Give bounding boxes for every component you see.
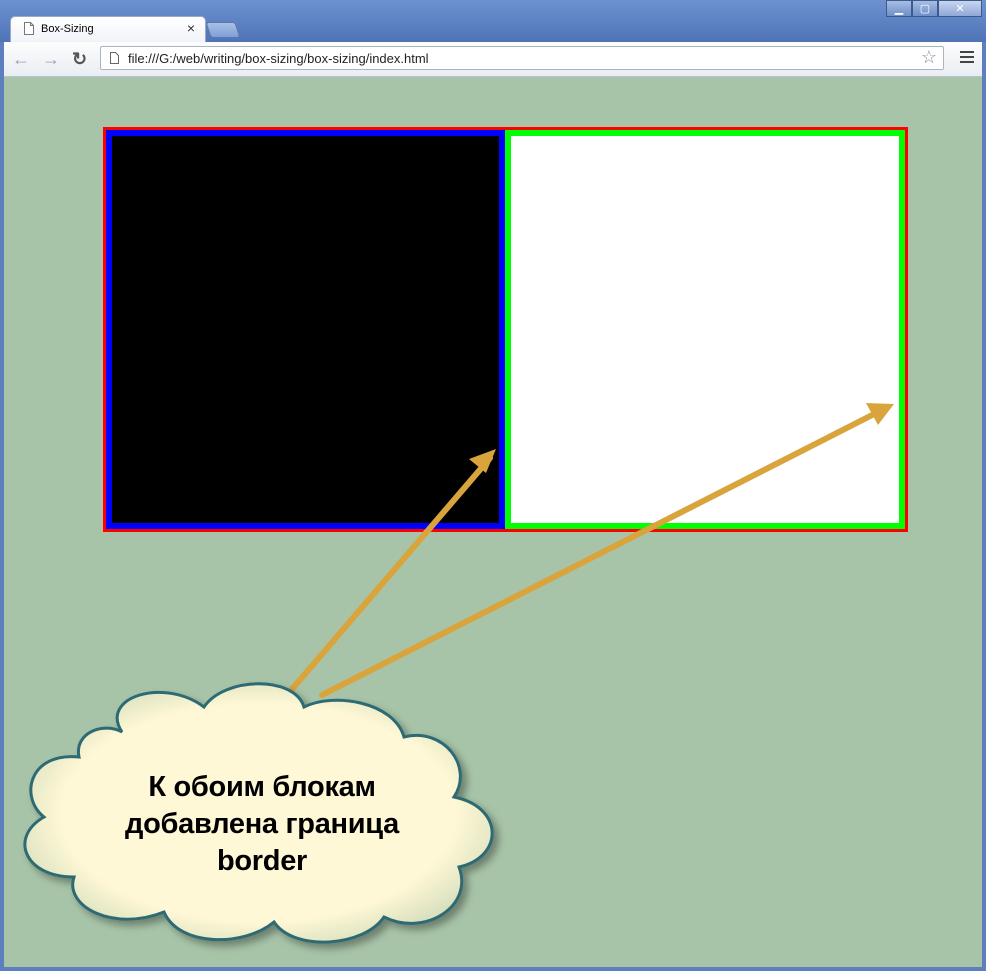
forward-arrow-icon[interactable]: → — [42, 49, 60, 70]
new-tab-button[interactable] — [205, 22, 241, 38]
back-arrow-icon[interactable]: ← — [12, 49, 30, 70]
browser-toolbar: ← → ↻ file:///G:/web/writing/box-sizing/… — [4, 42, 982, 77]
maximize-icon[interactable]: ▢ — [912, 0, 938, 17]
browser-tab[interactable]: Box-Sizing × — [10, 16, 206, 42]
callout-text: К обоим блокам добавлена граница border — [112, 769, 412, 880]
page-viewport: К обоим блокам добавлена граница border — [4, 77, 982, 967]
bookmark-star-icon[interactable]: ☆ — [921, 47, 937, 68]
page-icon — [24, 22, 34, 35]
callout-line-2: добавлена граница — [125, 808, 399, 840]
minimize-icon[interactable]: ▁ — [886, 0, 912, 17]
document-icon — [110, 52, 119, 64]
arrow-to-white-box — [319, 403, 894, 698]
tab-close-icon[interactable]: × — [187, 20, 195, 36]
tab-title: Box-Sizing — [41, 23, 94, 35]
callout-line-1: К обоим блокам — [148, 771, 376, 803]
url-text: file:///G:/web/writing/box-sizing/box-si… — [128, 51, 429, 66]
window-controls: ▁ ▢ ✕ — [886, 0, 982, 18]
address-bar[interactable]: file:///G:/web/writing/box-sizing/box-si… — [100, 46, 944, 70]
close-icon[interactable]: ✕ — [938, 0, 982, 17]
title-bar: Box-Sizing × ▁ ▢ ✕ — [0, 0, 986, 42]
reload-icon[interactable]: ↻ — [72, 49, 87, 70]
browser-window: Box-Sizing × ▁ ▢ ✕ ← → ↻ file:///G:/web/… — [0, 0, 986, 971]
callout-line-3: border — [216, 845, 308, 877]
menu-icon[interactable] — [960, 51, 974, 66]
